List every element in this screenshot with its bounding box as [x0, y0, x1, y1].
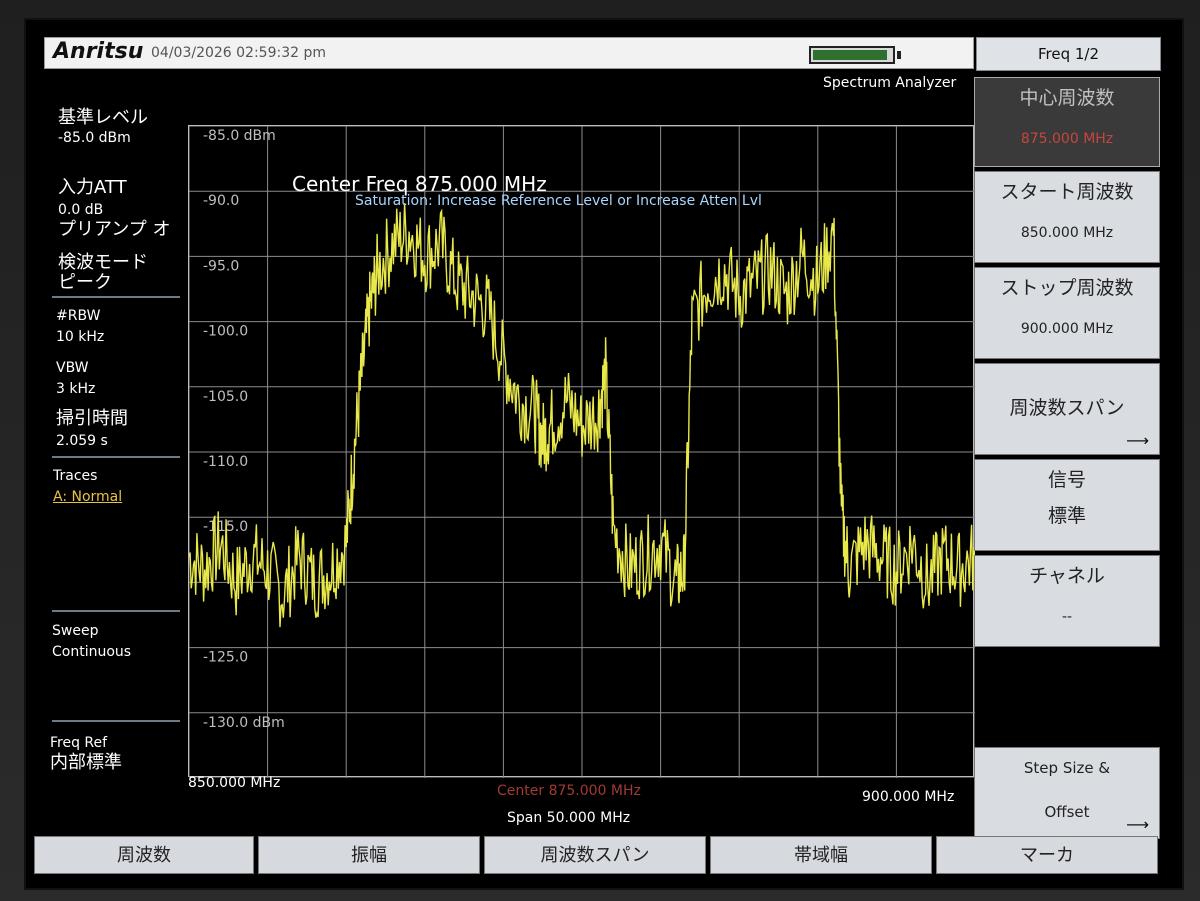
sweep-time-value: 2.059 s — [56, 433, 108, 449]
softkey-label: 中心周波数 — [1019, 87, 1115, 109]
divider — [52, 456, 180, 458]
brand-logo: Anritsu — [53, 39, 144, 64]
preamp-label: プリアンプ オ — [58, 219, 171, 240]
x-start-label: 850.000 MHz — [188, 775, 281, 791]
spectrum-plot: -85.0 dBm-90.0-95.0-100.0-105.0-110.0-11… — [189, 126, 975, 778]
softkey-value: 900.000 MHz — [1020, 321, 1114, 337]
vbw-value: 3 kHz — [56, 381, 96, 397]
detect-mode-label: 検波モード — [58, 252, 148, 273]
softkey-label: 周波数スパン — [1009, 397, 1125, 419]
spectrum-graph: -85.0 dBm -90.0 -95.0 -100.0 -105.0 -110.0 -11… — [188, 125, 975, 778]
rbw-label: #RBW — [56, 308, 101, 324]
softkey-label: ストップ周波数 — [1000, 277, 1134, 299]
softkey-value: 875.000 MHz — [1020, 131, 1114, 147]
softkey-center-freq[interactable]: 中心周波数 875.000 MHz — [974, 77, 1160, 167]
softkey-stop-freq[interactable]: ストップ周波数 900.000 MHz — [974, 267, 1160, 359]
datetime: 04/03/2026 02:59:32 pm — [151, 45, 326, 61]
bottom-menu-bandwidth[interactable]: 帯域幅 — [710, 836, 932, 874]
sweep-time-label: 掃引時間 — [56, 408, 128, 429]
mode-label: Spectrum Analyzer — [823, 75, 957, 91]
sweep-label: Sweep — [52, 623, 99, 639]
bottom-menu-frequency[interactable]: 周波数 — [34, 836, 254, 874]
trace-mode-value[interactable]: A: Normal — [53, 487, 122, 507]
input-att-value: 0.0 dB — [58, 202, 104, 218]
x-span-label: Span 50.000 MHz — [507, 810, 631, 826]
softkey-value: -- — [1061, 609, 1073, 625]
y-tick-label: -130.0 dBm — [203, 715, 285, 731]
y-tick-label: -110.0 — [203, 454, 248, 470]
y-tick-label: -85.0 dBm — [203, 128, 276, 144]
softkey-label: Step Size & — [1023, 759, 1111, 777]
softkey-value: 標準 — [1047, 505, 1086, 527]
y-tick-label: -105.0 — [203, 389, 248, 405]
bottom-menu-amplitude[interactable]: 振幅 — [258, 836, 480, 874]
ref-level-value: -85.0 dBm — [58, 130, 131, 146]
divider — [52, 610, 180, 612]
ref-level-label: 基準レベル — [58, 107, 148, 128]
freq-ref-label: Freq Ref — [50, 735, 108, 751]
bottom-menu-span[interactable]: 周波数スパン — [484, 836, 706, 874]
y-tick-label: -125.0 — [203, 650, 248, 666]
softkey-freq-span[interactable]: 周波数スパン ⟶ — [974, 363, 1160, 455]
battery-level — [813, 50, 887, 60]
input-att-label: 入力ATT — [58, 177, 127, 198]
divider — [52, 296, 180, 298]
y-tick-label: -90.0 — [203, 193, 239, 209]
rbw-value: 10 kHz — [56, 329, 105, 345]
battery-tip — [897, 51, 901, 59]
softkey-channel[interactable]: チャネル -- — [974, 555, 1160, 647]
detect-mode-value: ピーク — [58, 272, 112, 293]
x-center-label: Center 875.000 MHz — [497, 783, 641, 799]
softkey-value: 850.000 MHz — [1020, 225, 1114, 241]
submenu-arrow-icon: ⟶ — [1126, 431, 1149, 450]
x-stop-label: 900.000 MHz — [862, 789, 955, 805]
freq-ref-value: 内部標準 — [50, 752, 122, 773]
bottom-menu-marker[interactable]: マーカ — [936, 836, 1158, 874]
battery-icon — [809, 46, 895, 64]
saturation-warning: Saturation: Increase Reference Level or … — [355, 193, 762, 209]
traces-label: Traces — [53, 468, 98, 484]
y-tick-label: -100.0 — [203, 324, 248, 340]
submenu-arrow-icon: ⟶ — [1126, 815, 1149, 834]
softkey-label: 信号 — [1047, 469, 1086, 491]
sweep-value: Continuous — [52, 644, 132, 660]
divider — [52, 720, 180, 722]
softkey-label: スタート周波数 — [1000, 181, 1134, 203]
softkey-start-freq[interactable]: スタート周波数 850.000 MHz — [974, 171, 1160, 263]
vbw-label: VBW — [56, 360, 89, 376]
menu-title: Freq 1/2 — [976, 37, 1161, 71]
softkey-signal-standard[interactable]: 信号 標準 — [974, 459, 1160, 551]
softkey-step-size-offset[interactable]: Step Size & Offset ⟶ — [974, 747, 1160, 839]
status-bar: Anritsu 04/03/2026 02:59:32 pm — [44, 37, 974, 69]
y-tick-label: -95.0 — [203, 258, 239, 274]
softkey-label: チャネル — [1029, 565, 1105, 587]
